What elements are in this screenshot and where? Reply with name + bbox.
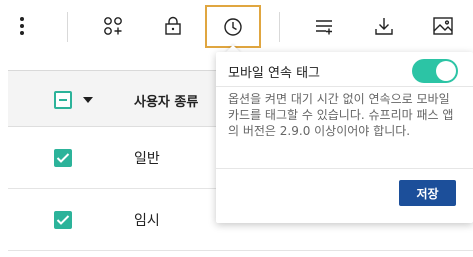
popover-title: 모바일 연속 태그 — [228, 66, 320, 81]
download-icon[interactable] — [364, 6, 404, 46]
mobile-continuous-tag-popover: 모바일 연속 태그 옵션을 켜면 대기 시간 없이 연속으로 모바일 카드를 태… — [216, 52, 473, 223]
toolbar-divider — [279, 12, 280, 42]
more-vertical-icon[interactable] — [2, 6, 42, 46]
list-add-icon[interactable] — [304, 6, 344, 46]
chevron-down-icon[interactable] — [83, 97, 93, 103]
add-apps-icon[interactable] — [93, 6, 133, 46]
toolbar-divider — [67, 12, 68, 42]
save-button[interactable]: 저장 — [399, 180, 456, 206]
row-checkbox[interactable] — [54, 211, 72, 229]
popover-description: 옵션을 켜면 대기 시간 없이 연속으로 모바일 카드를 태그할 수 있습니다.… — [228, 92, 454, 138]
popover-divider — [216, 168, 473, 169]
continuous-tag-toggle[interactable] — [412, 59, 458, 83]
lock-icon[interactable] — [153, 6, 193, 46]
cell-user-type: 임시 — [134, 213, 160, 229]
row-checkbox[interactable] — [54, 149, 72, 167]
select-all-checkbox[interactable] — [54, 91, 72, 109]
clock-icon[interactable] — [205, 5, 261, 48]
popover-divider — [216, 86, 473, 87]
toggle-knob — [436, 61, 456, 81]
column-header-user-type[interactable]: 사용자 종류 — [134, 91, 198, 110]
cell-user-type: 일반 — [134, 151, 160, 167]
image-icon[interactable] — [423, 6, 463, 46]
